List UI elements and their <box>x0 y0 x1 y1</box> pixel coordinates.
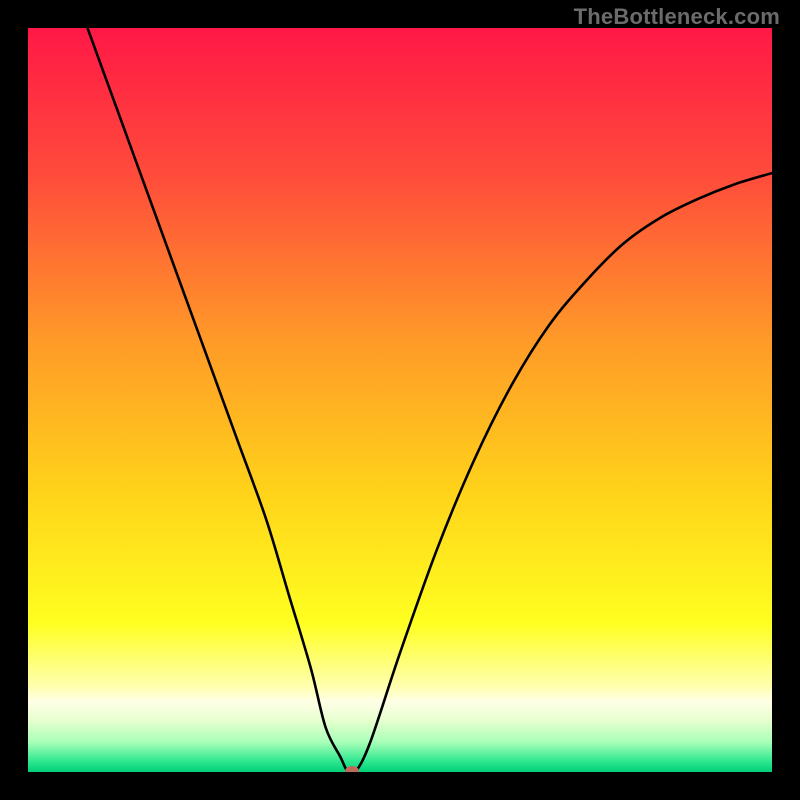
watermark-text: TheBottleneck.com <box>574 4 780 30</box>
bottleneck-curve <box>28 28 772 772</box>
plot-area <box>28 28 772 772</box>
chart-frame: TheBottleneck.com <box>0 0 800 800</box>
optimum-marker <box>345 766 359 772</box>
